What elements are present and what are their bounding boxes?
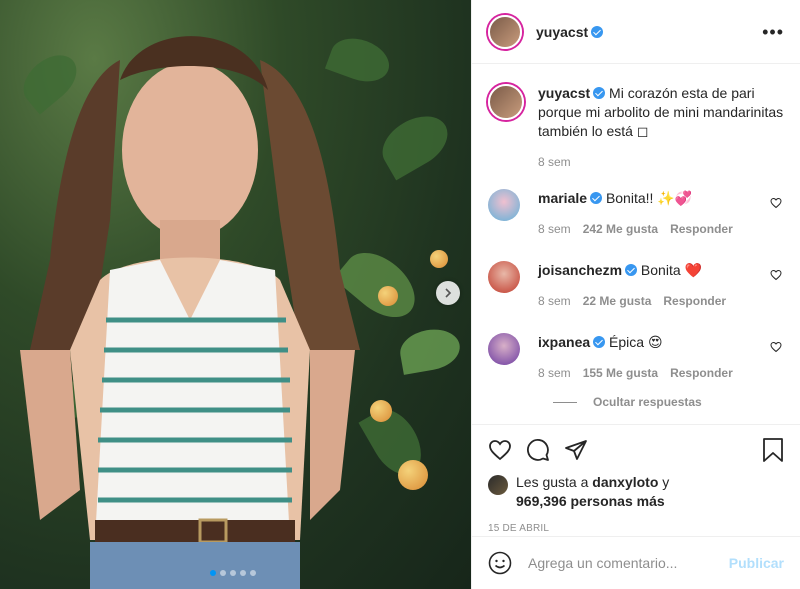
verified-badge-icon — [625, 264, 638, 276]
caption: yuyacst Mi corazón esta de pari porque m… — [488, 84, 784, 172]
comment-time: 8 sem — [538, 366, 571, 380]
reply-button[interactable]: Responder — [670, 222, 733, 236]
heart-icon[interactable] — [770, 269, 782, 281]
reply-button[interactable]: Responder — [670, 366, 733, 380]
carousel-dot — [210, 570, 216, 576]
hide-replies-button[interactable]: Ocultar respuestas — [553, 395, 784, 409]
likes-count[interactable]: 969,396 personas más — [516, 493, 665, 509]
emoji-icon[interactable] — [488, 551, 512, 575]
liker-username[interactable]: danxyloto — [592, 474, 658, 490]
comment-time: 8 sem — [538, 222, 571, 236]
publish-button[interactable]: Publicar — [729, 555, 784, 571]
comment-avatar[interactable] — [488, 333, 520, 365]
comment-likes[interactable]: 155 Me gusta — [583, 366, 658, 380]
heart-icon[interactable] — [770, 197, 782, 209]
comment-likes[interactable]: 22 Me gusta — [583, 294, 652, 308]
comments-list: yuyacst Mi corazón esta de pari porque m… — [472, 64, 800, 424]
avatar[interactable] — [488, 14, 522, 49]
likes-conj: y — [658, 474, 670, 490]
caption-username[interactable]: yuyacst — [538, 85, 590, 101]
comment-time: 8 sem — [538, 294, 571, 308]
verified-badge-icon — [591, 25, 604, 38]
like-heart-icon[interactable] — [488, 438, 512, 462]
caption-avatar[interactable] — [488, 84, 524, 120]
likes-prefix: Les gusta a — [516, 474, 593, 490]
bookmark-icon[interactable] — [762, 438, 784, 462]
carousel-dot — [220, 570, 226, 576]
post-actions: Les gusta a danxyloto y 969,396 personas… — [472, 424, 800, 534]
post-image[interactable] — [0, 0, 471, 589]
comment-text: Épica 😍 — [609, 334, 663, 350]
carousel-indicator — [210, 570, 256, 576]
comment-username[interactable]: mariale — [538, 190, 587, 206]
post-side-panel: yuyacst ••• yuyacst Mi corazón esta de p… — [471, 0, 800, 589]
comment-username[interactable]: joisanchezm — [538, 262, 622, 278]
carousel-dot — [230, 570, 236, 576]
comment-username[interactable]: ixpanea — [538, 334, 590, 350]
share-plane-icon[interactable] — [564, 438, 588, 462]
header-username[interactable]: yuyacst — [536, 24, 604, 40]
carousel-dot — [240, 570, 246, 576]
likes-summary: Les gusta a danxyloto y 969,396 personas… — [488, 473, 784, 511]
comment: joisanchezm Bonita ❤️ 8 sem 22 Me gusta Re… — [488, 261, 784, 311]
add-comment-bar: Agrega un comentario... Publicar — [472, 536, 800, 589]
person-figure — [20, 36, 360, 589]
verified-badge-icon — [590, 192, 603, 204]
heart-icon[interactable] — [770, 341, 782, 353]
carousel-dot — [250, 570, 256, 576]
comment-text: Bonita ❤️ — [640, 262, 702, 278]
comment-bubble-icon[interactable] — [526, 438, 550, 462]
reply-button[interactable]: Responder — [663, 294, 726, 308]
caption-time: 8 sem — [538, 155, 571, 169]
comment: ixpanea Épica 😍 8 sem 155 Me gusta Respond… — [488, 333, 784, 383]
comment-avatar[interactable] — [488, 261, 520, 293]
post-date[interactable]: 15 DE ABRIL — [488, 523, 784, 534]
comment: mariale Bonita!! ✨💞 8 sem 242 Me gusta Res… — [488, 189, 784, 239]
comment-likes[interactable]: 242 Me gusta — [583, 222, 658, 236]
post-header: yuyacst ••• — [472, 0, 800, 64]
comment-input[interactable]: Agrega un comentario... — [528, 555, 729, 571]
verified-badge-icon — [593, 336, 606, 348]
chevron-right-icon — [445, 288, 452, 298]
next-slide-button[interactable] — [436, 281, 460, 305]
liker-avatar[interactable] — [488, 475, 508, 495]
more-horizontal-icon[interactable]: ••• — [762, 23, 784, 41]
verified-badge-icon — [593, 87, 606, 99]
comment-avatar[interactable] — [488, 189, 520, 221]
comment-text: Bonita!! ✨💞 — [605, 190, 693, 206]
divider — [553, 401, 577, 403]
hide-replies-label: Ocultar respuestas — [593, 395, 702, 409]
